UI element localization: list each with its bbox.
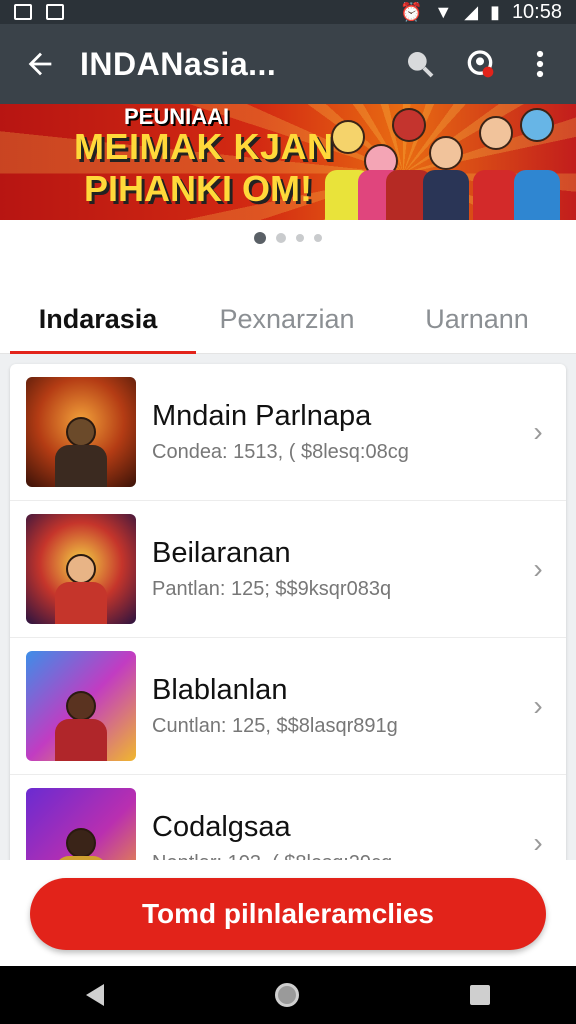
app-bar: INDANasia... <box>0 24 576 104</box>
item-subtitle: Condea: 1513, ( $8lesq:08cg <box>152 441 409 463</box>
chevron-right-icon: › <box>533 690 543 721</box>
carousel-indicator[interactable] <box>0 232 576 244</box>
app-title: INDANasia... <box>80 45 277 82</box>
banner-headline-2: PIHANKI OM! <box>84 168 312 209</box>
status-time: 10:58 <box>511 0 562 23</box>
arrow-left-icon[interactable] <box>0 24 80 104</box>
tab-bar: Indarasia Pexnarzian Uarnann <box>0 284 576 354</box>
item-title: Codalgsaa <box>152 811 291 843</box>
alarm-icon: ⏰ <box>399 1 423 22</box>
battery-icon: ▮ <box>490 1 500 22</box>
carousel-dot[interactable] <box>276 233 286 243</box>
gallery-icon <box>14 4 32 20</box>
status-bar: ⏰ ▼ ◢ ▮ 10:58 <box>0 0 576 24</box>
content-area: Mndain Parlnapa Condea: 1513, ( $8lesq:0… <box>0 354 576 860</box>
item-subtitle: Nentlar: 103, ( $8lesq:29cg <box>152 852 520 860</box>
more-vert-icon[interactable] <box>522 46 558 82</box>
banner-headline-1: MEIMAK KJAN <box>74 126 334 167</box>
search-icon[interactable] <box>402 46 438 82</box>
account-icon[interactable] <box>462 46 498 82</box>
item-thumbnail <box>26 514 136 624</box>
promo-banner[interactable]: PEUNIAAI MEIMAK KJAN PIHANKI OM! <box>0 104 576 220</box>
chevron-right-icon: › <box>533 416 543 447</box>
carousel-dot[interactable] <box>254 232 266 244</box>
system-nav-bar <box>0 966 576 1024</box>
item-subtitle: Pantlan: 125; $$9ksqr083q <box>152 578 392 600</box>
list-item[interactable]: Codalgsaa Nentlar: 103, ( $8lesq:29cg › <box>10 775 566 860</box>
item-subtitle: Cuntlan: 125, $$8lasqr891g <box>152 715 398 737</box>
primary-cta-button[interactable]: Tomd pilnlaleramclies <box>30 878 546 950</box>
tab-uarnann[interactable]: Uarnann <box>378 284 576 354</box>
tab-indarasia[interactable]: Indarasia <box>0 284 196 354</box>
item-thumbnail <box>26 377 136 487</box>
carousel-dot[interactable] <box>314 234 322 242</box>
chevron-right-icon: › <box>533 553 543 584</box>
carousel-dot[interactable] <box>296 234 304 242</box>
item-title: Mndain Parlnapa <box>152 400 372 432</box>
item-title: Blablanlan <box>152 674 288 706</box>
list-item[interactable]: Beilaranan Pantlan: 125; $$9ksqr083q › <box>10 501 566 638</box>
item-title: Beilaranan <box>152 537 291 569</box>
nav-home-icon[interactable] <box>274 983 299 1007</box>
nav-back-icon[interactable] <box>85 984 104 1006</box>
item-thumbnail <box>26 651 136 761</box>
list-item[interactable]: Blablanlan Cuntlan: 125, $$8lasqr891g › <box>10 638 566 775</box>
item-list: Mndain Parlnapa Condea: 1513, ( $8lesq:0… <box>10 364 566 860</box>
wifi-icon: ▼ <box>434 1 453 22</box>
item-thumbnail <box>26 788 136 860</box>
app-notification-icon <box>46 4 64 20</box>
cta-area: Tomd pilnlaleramclies <box>0 860 576 966</box>
list-item[interactable]: Mndain Parlnapa Condea: 1513, ( $8lesq:0… <box>10 364 566 501</box>
tab-pexnarzian[interactable]: Pexnarzian <box>196 284 378 354</box>
signal-icon: ◢ <box>464 1 479 22</box>
nav-recents-icon[interactable] <box>470 985 491 1005</box>
chevron-right-icon: › <box>533 827 543 858</box>
